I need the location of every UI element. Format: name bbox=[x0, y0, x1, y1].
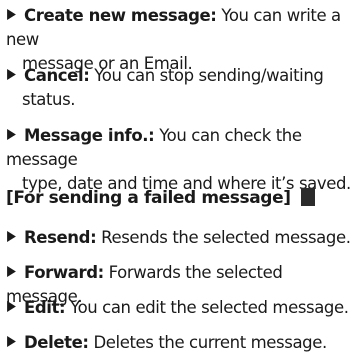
manual-page: Create new message: You can write a new … bbox=[0, 0, 355, 358]
section-heading-failed-message: [For sending a failed message] bbox=[6, 186, 315, 210]
triangle-bullet-icon bbox=[7, 9, 16, 20]
triangle-bullet-icon bbox=[7, 129, 16, 140]
list-item-cancel: Cancel: You can stop sending/waiting sta… bbox=[6, 64, 352, 112]
triangle-bullet-icon bbox=[7, 231, 16, 242]
triangle-bullet-icon bbox=[7, 301, 16, 312]
item-term: Edit: bbox=[24, 298, 66, 317]
list-item-edit: Edit: You can edit the selected message. bbox=[6, 296, 352, 320]
item-term: Resend: bbox=[24, 228, 97, 247]
item-term: Cancel: bbox=[24, 66, 90, 85]
item-description-continued: status. bbox=[22, 90, 76, 109]
square-marker-icon bbox=[300, 188, 315, 206]
item-term: Message info.: bbox=[24, 126, 155, 145]
item-term: Create new message: bbox=[24, 6, 217, 25]
item-description: You can stop sending/waiting bbox=[94, 66, 324, 85]
item-description: Deletes the current message. bbox=[93, 333, 327, 352]
item-term: Forward: bbox=[24, 263, 104, 282]
item-description: Resends the selected message. bbox=[101, 228, 351, 247]
list-item-resend: Resend: Resends the selected message. bbox=[6, 226, 352, 250]
list-item-delete: Delete: Deletes the current message. bbox=[6, 331, 352, 355]
triangle-bullet-icon bbox=[7, 69, 16, 80]
section-heading-text: [For sending a failed message] bbox=[6, 188, 291, 208]
item-term: Delete: bbox=[24, 333, 89, 352]
item-description: You can edit the selected message. bbox=[70, 298, 349, 317]
triangle-bullet-icon bbox=[7, 336, 16, 347]
triangle-bullet-icon bbox=[7, 266, 16, 277]
